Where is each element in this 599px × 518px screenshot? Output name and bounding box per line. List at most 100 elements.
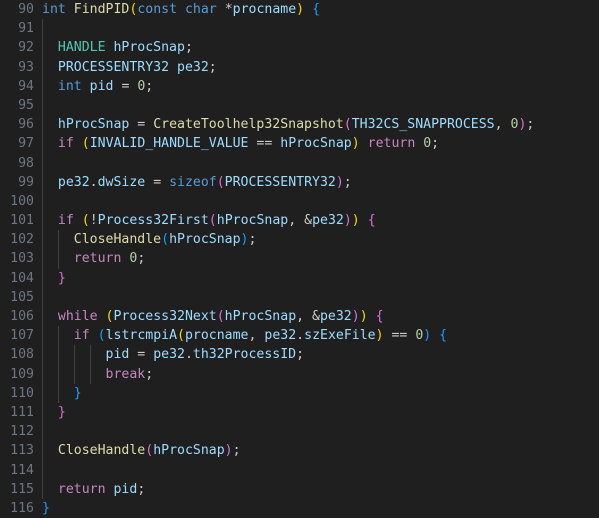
line-number: 110 — [10, 385, 34, 401]
code-text: break; — [42, 365, 154, 384]
code-text: return pid; — [42, 480, 145, 499]
token-p1: ( — [145, 443, 154, 459]
code-line[interactable]: 116} — [0, 499, 599, 518]
token-fn: CloseHandle — [73, 232, 162, 248]
token-ctrl: return — [57, 481, 106, 497]
code-line[interactable]: 108 pid = pe32.th32ProcessID; — [0, 345, 599, 365]
token-plain: ; — [137, 481, 146, 497]
code-line[interactable]: 115 return pid; — [0, 479, 599, 499]
code-line[interactable]: 110 } — [0, 383, 599, 403]
code-line[interactable]: 114 — [0, 460, 599, 480]
code-line[interactable]: 91 — [0, 19, 599, 39]
token-ctrl: return — [367, 136, 416, 152]
line-number: 105 — [10, 289, 34, 305]
token-var: pe32 — [57, 174, 90, 190]
line-number: 97 — [18, 136, 34, 152]
line-number: 98 — [18, 155, 34, 171]
code-line[interactable]: 94 int pid = 0; — [0, 76, 599, 96]
code-line[interactable]: 101 if (!Process32First(hProcSnap, &pe32… — [0, 211, 599, 231]
code-line[interactable]: 90 int FindPID(const char *procname) { — [0, 0, 599, 19]
token-p1: ( — [216, 174, 225, 190]
token-var: INVALID_HANDLE_VALUE — [89, 136, 249, 152]
token-var: PROCESSENTRY32 — [57, 59, 170, 75]
code-line[interactable]: 111 } — [0, 402, 599, 423]
token-p0: ) — [296, 2, 305, 17]
token-plain: , — [494, 117, 511, 133]
code-line[interactable]: 113 CloseHandle(hProcSnap); — [0, 441, 599, 461]
code-line[interactable]: 109 break; — [0, 364, 599, 384]
indent-guide — [42, 460, 43, 480]
code-line[interactable]: 105 — [0, 287, 599, 307]
code-line[interactable]: 103 return 0; — [0, 249, 599, 269]
token-var: hProcSnap — [57, 117, 130, 133]
code-line[interactable]: 99 pe32.dwSize = sizeof(PROCESSENTRY32); — [0, 172, 599, 192]
code-line[interactable]: 97 if (INVALID_HANDLE_VALUE == hProcSnap… — [0, 134, 599, 154]
line-number: 99 — [18, 174, 34, 190]
token-plain: ; — [431, 136, 440, 152]
line-number: 92 — [18, 40, 34, 56]
indent-guide — [42, 191, 43, 212]
code-line[interactable]: 100 — [0, 191, 599, 212]
code-line[interactable]: 112 — [0, 422, 599, 442]
code-line[interactable]: 107 if (lstrcmpiA(procname, pe32.szExeFi… — [0, 326, 599, 346]
token-call: Process32First — [97, 213, 209, 229]
token-plain: = — [129, 117, 154, 133]
token-p1: ( — [216, 309, 225, 324]
token-plain: , — [296, 309, 313, 324]
line-number: 93 — [18, 59, 34, 75]
indent-guide — [42, 422, 43, 442]
code-text: } — [42, 499, 50, 518]
line-number: 107 — [10, 328, 34, 344]
token-var: hProcSnap — [169, 232, 241, 248]
code-line[interactable]: 93 PROCESSENTRY32 pe32; — [0, 57, 599, 77]
token-p2: ( — [97, 328, 106, 344]
code-line[interactable]: 104 } — [0, 268, 599, 288]
token-plain: . — [184, 347, 193, 363]
token-plain: ; — [184, 40, 193, 56]
token-p1: } — [57, 270, 66, 286]
code-line[interactable]: 92 HANDLE hProcSnap; — [0, 38, 599, 58]
token-plain: ; — [248, 232, 257, 248]
code-text: int FindPID(const char *procname) { — [42, 0, 320, 19]
token-p1: ) — [224, 443, 233, 459]
code-line[interactable]: 98 — [0, 153, 599, 173]
token-kw: int — [57, 78, 82, 94]
token-op: * — [224, 2, 233, 17]
token-plain: == — [383, 328, 416, 344]
token-p1: { — [375, 309, 384, 324]
code-editor[interactable]: 90 int FindPID(const char *procname) {91 9… — [0, 0, 599, 518]
token-num: 0 — [423, 136, 432, 152]
code-line[interactable]: 96 hProcSnap = CreateToolhelp32Snapshot(… — [0, 115, 599, 135]
code-text: CloseHandle(hProcSnap); — [42, 230, 257, 249]
code-line[interactable]: 95 — [0, 95, 599, 116]
indent-guide — [42, 19, 43, 39]
code-line[interactable]: 102 CloseHandle(hProcSnap); — [0, 230, 599, 250]
editor-lines[interactable]: 90 int FindPID(const char *procname) {91 9… — [0, 0, 599, 518]
code-line[interactable]: 106 while (Process32Next(hProcSnap, &pe3… — [0, 307, 599, 327]
line-number: 113 — [10, 443, 34, 459]
token-kw: int — [42, 2, 66, 17]
code-text: } — [42, 269, 66, 288]
token-op: & — [312, 309, 320, 324]
code-text: if (!Process32First(hProcSnap, &pe32)) { — [42, 211, 376, 230]
code-text: int pid = 0; — [42, 77, 153, 96]
token-p1: { — [367, 213, 376, 229]
token-ctrl: if — [57, 213, 74, 229]
token-p0: ) — [359, 309, 368, 324]
token-var: dwSize — [97, 174, 146, 190]
token-ctrl: while — [57, 309, 98, 324]
token-var: TH32CS_SNAPPROCESS — [351, 117, 495, 133]
token-p1: ) — [351, 309, 360, 324]
